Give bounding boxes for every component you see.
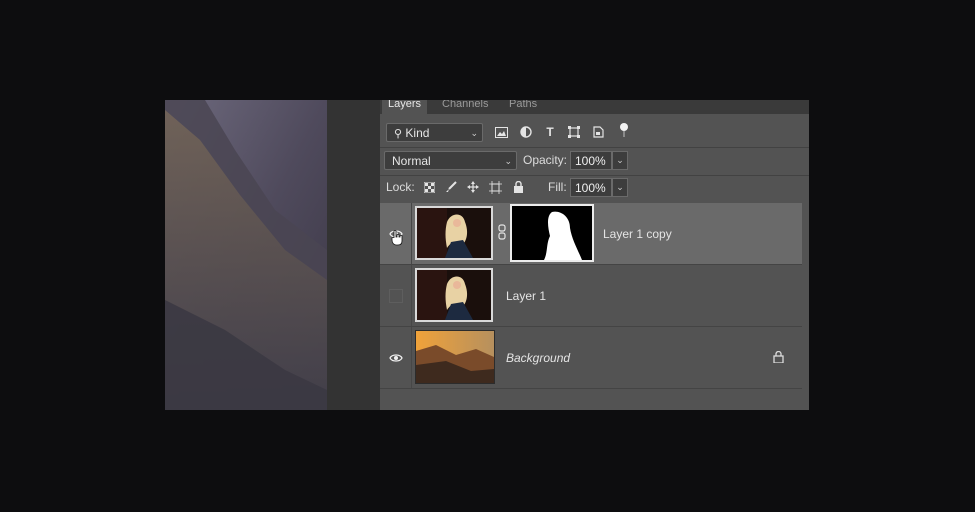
landscape-thumbnail-image: [416, 331, 494, 383]
search-icon: ⚲: [394, 128, 403, 140]
divider: [411, 327, 412, 388]
eye-icon[interactable]: [389, 351, 403, 365]
layer-thumbnail[interactable]: [415, 268, 493, 322]
layers-panel: Layers Channels Paths ⚲ Kind ⌄ T Normal: [380, 100, 809, 410]
blend-mode-select[interactable]: Normal ⌄: [384, 151, 517, 170]
tab-layers[interactable]: Layers: [382, 100, 428, 114]
fill-input[interactable]: 100%: [570, 178, 612, 197]
shape-layer-filter-icon[interactable]: [566, 124, 582, 140]
document-canvas[interactable]: [165, 100, 380, 410]
opacity-input[interactable]: 100%: [570, 151, 612, 170]
layer-row-layer-1[interactable]: Layer 1: [380, 265, 802, 327]
layer-thumbnail[interactable]: [415, 330, 495, 384]
filter-row: ⚲ Kind ⌄ T: [380, 120, 809, 146]
layer-row-layer-1-copy[interactable]: Layer 1 copy: [380, 203, 802, 265]
divider: [411, 203, 412, 264]
tab-paths[interactable]: Paths: [509, 100, 537, 114]
adjustment-layer-filter-icon[interactable]: [518, 124, 534, 140]
lock-icon: [773, 351, 784, 363]
fill-dropdown-button[interactable]: ⌄: [612, 178, 628, 197]
layer-name[interactable]: Layer 1 copy: [603, 227, 672, 241]
lock-label: Lock:: [386, 180, 415, 194]
canvas-image: [165, 100, 327, 410]
layer-row-background[interactable]: Background: [380, 327, 802, 389]
hand-cursor-icon: [391, 230, 403, 246]
filter-kind-select[interactable]: ⚲ Kind ⌄: [386, 123, 483, 142]
chevron-down-icon: ⌄: [504, 156, 512, 166]
visibility-toggle-empty[interactable]: [389, 289, 403, 303]
layer-thumbnail[interactable]: [415, 206, 493, 260]
smart-object-filter-icon[interactable]: [590, 124, 606, 140]
opacity-dropdown-button[interactable]: ⌄: [612, 151, 628, 170]
layer-name[interactable]: Layer 1: [506, 289, 546, 303]
filter-kind-label: Kind: [405, 126, 430, 140]
lock-artboard-icon[interactable]: [487, 179, 503, 195]
mountain-image: [165, 100, 327, 410]
lock-row: Lock: Fill: 100% ⌄: [380, 176, 809, 202]
canvas-gutter: [327, 100, 380, 410]
mask-thumbnail-image: [512, 206, 592, 260]
lock-position-icon[interactable]: [465, 179, 481, 195]
portrait-thumbnail-image: [417, 270, 491, 320]
tab-channels[interactable]: Channels: [442, 100, 488, 114]
filter-toggle-icon[interactable]: [616, 122, 632, 138]
pixel-layer-filter-icon[interactable]: [493, 124, 509, 140]
layer-name[interactable]: Background: [506, 351, 570, 365]
chevron-down-icon: ⌄: [470, 128, 478, 138]
divider: [411, 265, 412, 326]
blend-mode-value: Normal: [392, 154, 431, 168]
lock-image-pixels-icon[interactable]: [443, 179, 459, 195]
opacity-label: Opacity:: [523, 153, 568, 167]
lock-transparent-pixels-icon[interactable]: [421, 179, 437, 195]
panel-tabs: Layers Channels Paths: [380, 100, 809, 114]
type-layer-filter-icon[interactable]: T: [542, 124, 558, 140]
fill-label: Fill:: [548, 180, 567, 194]
link-icon[interactable]: [498, 224, 506, 240]
portrait-thumbnail-image: [417, 208, 491, 258]
layer-mask-thumbnail[interactable]: [510, 204, 594, 262]
lock-all-icon[interactable]: [510, 179, 526, 195]
blend-row: Normal ⌄ Opacity: 100% ⌄: [380, 148, 809, 174]
